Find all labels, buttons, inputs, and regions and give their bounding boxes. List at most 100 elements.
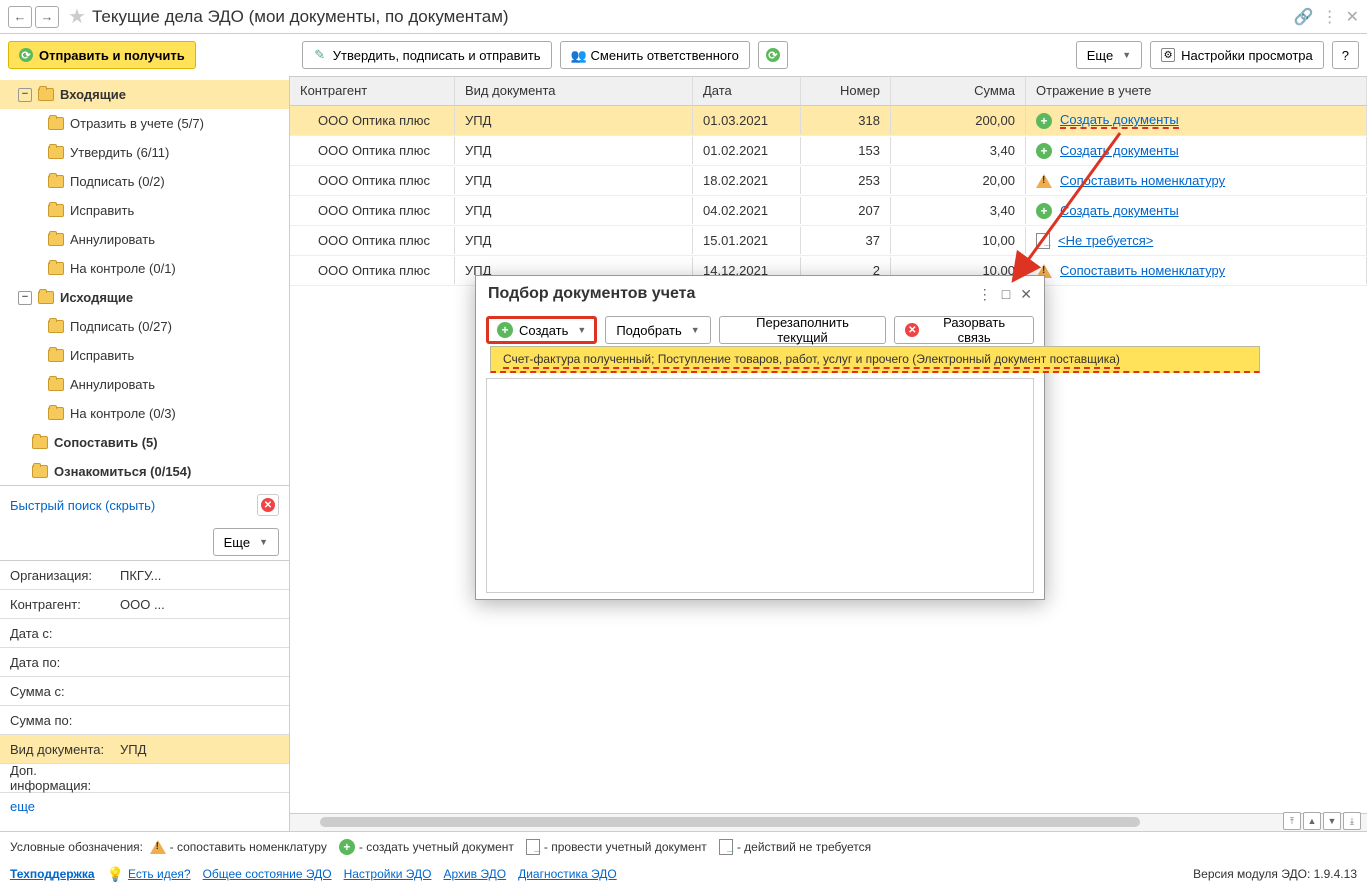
refresh-icon: ⟳ — [766, 48, 780, 62]
refresh-icon: ⟳ — [19, 48, 33, 62]
more-button[interactable]: Еще▼ — [1076, 41, 1142, 69]
folder-icon — [48, 146, 64, 159]
dialog-refill-button[interactable]: Перезаполнить текущий — [719, 316, 887, 344]
tree-match[interactable]: Сопоставить (5) — [0, 428, 289, 457]
filter-row[interactable]: Сумма с: — [0, 677, 289, 706]
tree-item[interactable]: Подписать (0/27) — [0, 312, 289, 341]
footer-link[interactable]: Архив ЭДО — [443, 867, 506, 881]
nav-forward-button[interactable]: → — [35, 6, 59, 28]
tree-outgoing[interactable]: − Исходящие — [0, 283, 289, 312]
scroll-last-icon[interactable]: ⤓ — [1343, 812, 1361, 830]
people-icon: 👥 — [571, 48, 585, 62]
nav-back-button[interactable]: ← — [8, 6, 32, 28]
horizontal-scrollbar[interactable]: ⤒ ▲ ▼ ⤓ — [290, 813, 1367, 831]
approve-sign-send-button[interactable]: ✎ Утвердить, подписать и отправить — [302, 41, 552, 69]
folder-icon — [48, 175, 64, 188]
scroll-up-icon[interactable]: ▲ — [1303, 812, 1321, 830]
tree-item[interactable]: Исправить — [0, 196, 289, 225]
refresh-button[interactable]: ⟳ — [758, 41, 788, 69]
legend-label: Условные обозначения: — [10, 840, 143, 854]
scroll-first-icon[interactable]: ⤒ — [1283, 812, 1301, 830]
col-doc-type[interactable]: Вид документа — [455, 77, 693, 105]
dialog-close-icon[interactable]: ✕ — [1020, 286, 1032, 303]
tree-item[interactable]: Утвердить (6/11) — [0, 138, 289, 167]
dialog-maximize-icon[interactable]: □ — [1002, 286, 1010, 303]
link-icon[interactable]: 🔗 — [1294, 7, 1314, 27]
footer-link[interactable]: Диагностика ЭДО — [518, 867, 617, 881]
send-receive-button[interactable]: ⟳ Отправить и получить — [8, 41, 196, 69]
table-row[interactable]: ООО Оптика плюсУПД15.01.20213710,00<Не т… — [290, 226, 1367, 256]
col-reflection[interactable]: Отражение в учете — [1026, 77, 1367, 105]
view-settings-button[interactable]: ⚙ Настройки просмотра — [1150, 41, 1324, 69]
col-date[interactable]: Дата — [693, 77, 801, 105]
dialog-menu-icon[interactable]: ⋮ — [978, 286, 992, 303]
close-window-icon[interactable]: ✕ — [1346, 7, 1359, 27]
col-number[interactable]: Номер — [801, 77, 891, 105]
action-link[interactable]: Сопоставить номенклатуру — [1060, 173, 1225, 188]
change-responsible-button[interactable]: 👥 Сменить ответственного — [560, 41, 750, 69]
filter-row[interactable]: Вид документа:УПД — [0, 735, 289, 764]
filter-row[interactable]: Сумма по: — [0, 706, 289, 735]
dialog-create-button[interactable]: + Создать▼ — [486, 316, 597, 344]
tree-item[interactable]: На контроле (0/3) — [0, 399, 289, 428]
collapse-icon[interactable]: − — [18, 88, 32, 102]
create-dropdown-item[interactable]: Счет-фактура полученный; Поступление тов… — [490, 346, 1260, 373]
tree-item[interactable]: Отразить в учете (5/7) — [0, 109, 289, 138]
navigation-tree: − Входящие Отразить в учете (5/7) Утверд… — [0, 76, 289, 486]
folder-icon — [48, 262, 64, 275]
grid-body: ООО Оптика плюсУПД01.03.2021318200,00+Со… — [290, 106, 1367, 286]
folder-icon — [32, 465, 48, 478]
footer-link[interactable]: Настройки ЭДО — [344, 867, 432, 881]
folder-icon — [48, 204, 64, 217]
col-counterparty[interactable]: Контрагент — [290, 77, 455, 105]
warning-icon — [150, 840, 166, 854]
support-link[interactable]: Техподдержка — [10, 867, 95, 881]
dialog-pick-button[interactable]: Подобрать▼ — [605, 316, 710, 344]
col-sum[interactable]: Сумма — [891, 77, 1026, 105]
quick-search-link[interactable]: Быстрый поиск (скрыть) — [10, 498, 155, 513]
table-row[interactable]: ООО Оптика плюсУПД01.02.20211533,40+Созд… — [290, 136, 1367, 166]
filters-more-link[interactable]: еще — [10, 799, 35, 814]
gear-icon: ⚙ — [1161, 48, 1175, 62]
filter-row[interactable]: Контрагент:ООО ... — [0, 590, 289, 619]
action-link[interactable]: Создать документы — [1060, 203, 1179, 218]
footer-link[interactable]: Общее состояние ЭДО — [203, 867, 332, 881]
tree-review[interactable]: Ознакомиться (0/154) — [0, 457, 289, 486]
menu-dots-icon[interactable]: ⋮ — [1322, 7, 1338, 27]
dialog-break-button[interactable]: ✕ Разорвать связь — [894, 316, 1034, 344]
table-row[interactable]: ООО Оптика плюсУПД01.03.2021318200,00+Со… — [290, 106, 1367, 136]
favorite-star-icon[interactable]: ★ — [68, 4, 86, 29]
doc-check-icon: ✎ — [313, 48, 327, 62]
tree-item[interactable]: На контроле (0/1) — [0, 254, 289, 283]
table-row[interactable]: ООО Оптика плюсУПД04.02.20212073,40+Созд… — [290, 196, 1367, 226]
dialog-list-area[interactable] — [486, 378, 1034, 593]
action-link[interactable]: Сопоставить номенклатуру — [1060, 263, 1225, 278]
folder-icon — [48, 233, 64, 246]
filter-row[interactable]: Доп. информация: — [0, 764, 289, 793]
action-link[interactable]: Создать документы — [1060, 143, 1179, 158]
dialog-title: Подбор документов учета — [488, 285, 695, 303]
plus-icon: + — [1036, 113, 1052, 129]
filter-row[interactable]: Дата по: — [0, 648, 289, 677]
idea-link[interactable]: Есть идея? — [128, 867, 191, 881]
collapse-icon[interactable]: − — [18, 291, 32, 305]
tree-item[interactable]: Исправить — [0, 341, 289, 370]
filter-row[interactable]: Организация:ПКГУ... — [0, 561, 289, 590]
tree-incoming[interactable]: − Входящие — [0, 80, 289, 109]
filter-more-button[interactable]: Еще▼ — [213, 528, 279, 556]
action-link[interactable]: <Не требуется> — [1058, 233, 1153, 248]
clear-search-button[interactable]: ✕ — [257, 494, 279, 516]
folder-icon — [48, 378, 64, 391]
scroll-down-icon[interactable]: ▼ — [1323, 812, 1341, 830]
table-row[interactable]: ООО Оптика плюсУПД18.02.202125320,00Сопо… — [290, 166, 1367, 196]
filter-table: Организация:ПКГУ... Контрагент:ООО ... Д… — [0, 560, 289, 793]
action-link[interactable]: Создать документы — [1060, 112, 1179, 129]
tree-item[interactable]: Аннулировать — [0, 370, 289, 399]
folder-icon — [48, 117, 64, 130]
close-icon: ✕ — [261, 498, 275, 512]
filter-row[interactable]: Дата с: — [0, 619, 289, 648]
tree-item[interactable]: Аннулировать — [0, 225, 289, 254]
tree-item[interactable]: Подписать (0/2) — [0, 167, 289, 196]
help-button[interactable]: ? — [1332, 41, 1359, 69]
bulb-icon: 💡 — [107, 866, 124, 883]
